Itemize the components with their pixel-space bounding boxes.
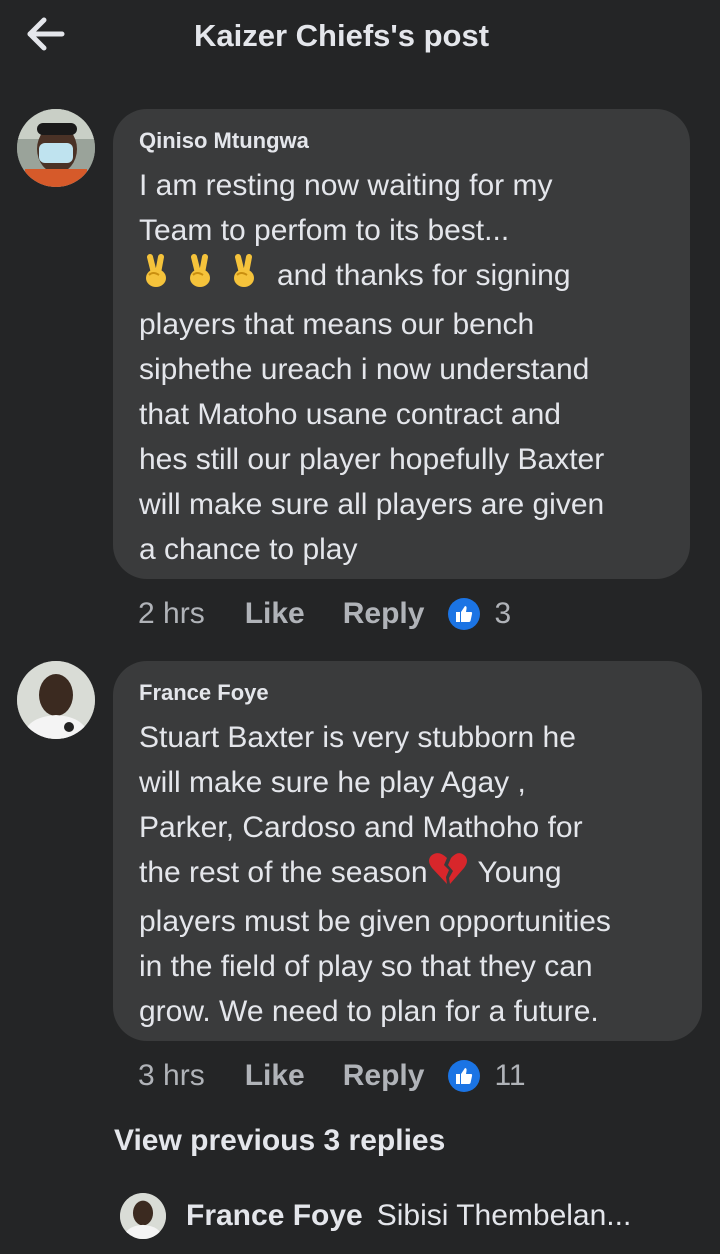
comment-actions: 3 hrs Like Reply 11: [138, 1056, 526, 1096]
comment-line: will make sure all players are given: [139, 488, 605, 521]
victory-hand-emoji: [227, 253, 263, 302]
reply-author[interactable]: France Foye: [186, 1199, 363, 1233]
comment-line: grow. We need to plan for a future.: [139, 995, 599, 1028]
comment-line: that Matoho usane contract and: [139, 398, 561, 431]
comment-actions: 2 hrs Like Reply 3: [138, 594, 511, 634]
thumbs-up-icon[interactable]: [448, 598, 481, 630]
victory-hand-emoji: [183, 253, 219, 302]
reply-preview[interactable]: France Foye Sibisi Thembelan...: [120, 1192, 631, 1240]
comment-line: Young: [477, 856, 562, 889]
comment-line: in the field of play so that they can: [139, 950, 593, 983]
view-previous-replies-link[interactable]: View previous 3 replies: [114, 1124, 445, 1158]
reply-button[interactable]: Reply: [343, 597, 425, 631]
comment-line: players must be given opportunities: [139, 905, 611, 938]
comment-line: the rest of the season: [139, 856, 428, 889]
thumbs-up-icon[interactable]: [448, 1060, 481, 1092]
top-bar: Kaizer Chiefs's post: [0, 0, 720, 76]
comment-line: Stuart Baxter is very stubborn he: [139, 721, 576, 754]
comment-bubble: Qiniso Mtungwa I am resting now waiting …: [113, 109, 690, 579]
comment-bubble: France Foye Stuart Baxter is very stubbo…: [113, 661, 702, 1041]
back-button[interactable]: [22, 14, 66, 54]
victory-hand-emoji: [139, 253, 175, 302]
comment-line-with-emoji: the rest of the season Young: [139, 850, 676, 899]
comment-text: I am resting now waiting for my Team to …: [139, 163, 664, 572]
comment-line: will make sure he play Agay ,: [139, 766, 526, 799]
comment-line: siphethe ureach i now understand: [139, 353, 590, 386]
reply-snippet[interactable]: Sibisi Thembelan...: [377, 1199, 632, 1233]
comment-author[interactable]: Qiniso Mtungwa: [139, 127, 664, 155]
comment-text: Stuart Baxter is very stubborn he will m…: [139, 715, 676, 1034]
comment-line: hes still our player hopefully Baxter: [139, 443, 605, 476]
avatar[interactable]: [17, 661, 95, 739]
comment-line-with-emoji: and thanks for signing: [139, 253, 664, 302]
comment-line: Parker, Cardoso and Mathoho for: [139, 811, 583, 844]
reaction-count[interactable]: 3: [494, 597, 511, 631]
back-arrow-icon: [27, 17, 65, 51]
comment-time[interactable]: 3 hrs: [138, 1059, 205, 1093]
avatar[interactable]: [120, 1193, 166, 1239]
comment-time[interactable]: 2 hrs: [138, 597, 205, 631]
comment-line: Team to perfom to its best...: [139, 214, 510, 247]
page-title: Kaizer Chiefs's post: [194, 18, 490, 53]
comment-author[interactable]: France Foye: [139, 679, 676, 707]
like-button[interactable]: Like: [245, 1059, 305, 1093]
reply-button[interactable]: Reply: [343, 1059, 425, 1093]
comment-line: I am resting now waiting for my: [139, 169, 553, 202]
comment-line: and thanks for signing: [277, 259, 571, 292]
broken-heart-emoji: [428, 850, 468, 899]
comment-line: players that means our bench: [139, 308, 535, 341]
reaction-count[interactable]: 11: [494, 1059, 525, 1093]
comment-line: a chance to play: [139, 533, 358, 566]
like-button[interactable]: Like: [245, 597, 305, 631]
avatar[interactable]: [17, 109, 95, 187]
